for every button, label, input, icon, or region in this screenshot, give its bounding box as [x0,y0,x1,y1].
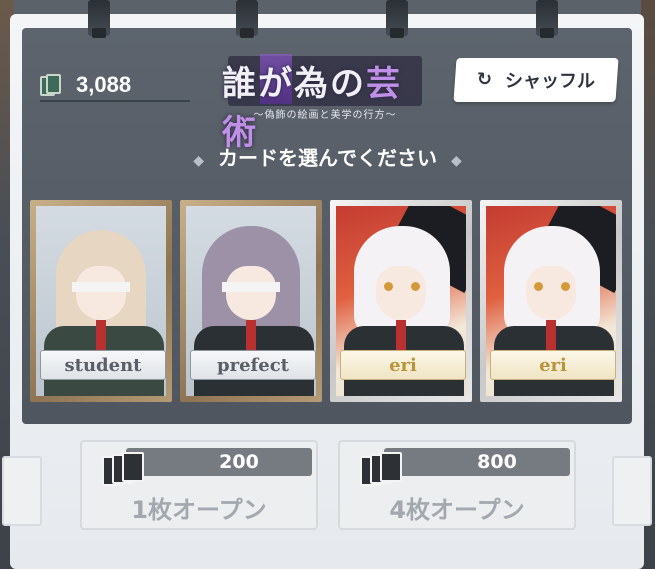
open-four-button[interactable]: 800 4枚オープン [338,440,576,530]
card-eri[interactable]: eri [480,200,622,402]
card-prefect[interactable]: prefect [180,200,322,402]
price-value: 200 [219,451,259,473]
refresh-icon: ↻ [477,69,493,90]
instruction-text: ◆ カードを選んでください ◆ [193,146,462,170]
shuffle-label: シャッフル [505,71,595,92]
character-portrait: eri [486,206,616,396]
open-label: 1枚オープン [131,496,267,524]
shuffle-button[interactable]: ↻ シャッフル [453,58,619,102]
hanging-rail [236,0,258,38]
card-banner: eri [490,350,616,380]
character-portrait: student [36,206,166,396]
logo-subtitle: 〜偽飾の絵画と美学の行方〜 [253,110,397,121]
open-label: 4枚オープン [389,496,525,524]
side-panel-right [612,456,652,526]
character-portrait: eri [336,206,466,396]
logo-title: 誰が為の芸術 [222,64,402,153]
event-logo: 誰が為の芸術 〜偽飾の絵画と美学の行方〜 [222,50,428,153]
price-bar: 800 [384,448,570,476]
side-panel-left [2,456,42,526]
hanging-rail [88,0,110,38]
card-banner: eri [340,350,466,380]
price-bar: 200 [126,448,312,476]
diamond-icon: ◆ [451,153,462,169]
card-banner: student [40,350,166,380]
card-stack-icon [360,452,402,488]
card-banner: prefect [190,350,316,380]
hanging-rail [536,0,558,38]
card-student[interactable]: student [30,200,172,402]
card-eri[interactable]: eri [330,200,472,402]
open-one-button[interactable]: 200 1枚オープン [80,440,318,530]
hanging-rail [386,0,408,38]
character-portrait: prefect [186,206,316,396]
price-value: 800 [477,451,517,473]
diamond-icon: ◆ [193,153,204,169]
currency-value: 3,088 [76,72,132,97]
card-stack-icon [102,452,144,488]
card-stack-icon [40,74,64,96]
currency-display: 3,088 [40,70,190,102]
